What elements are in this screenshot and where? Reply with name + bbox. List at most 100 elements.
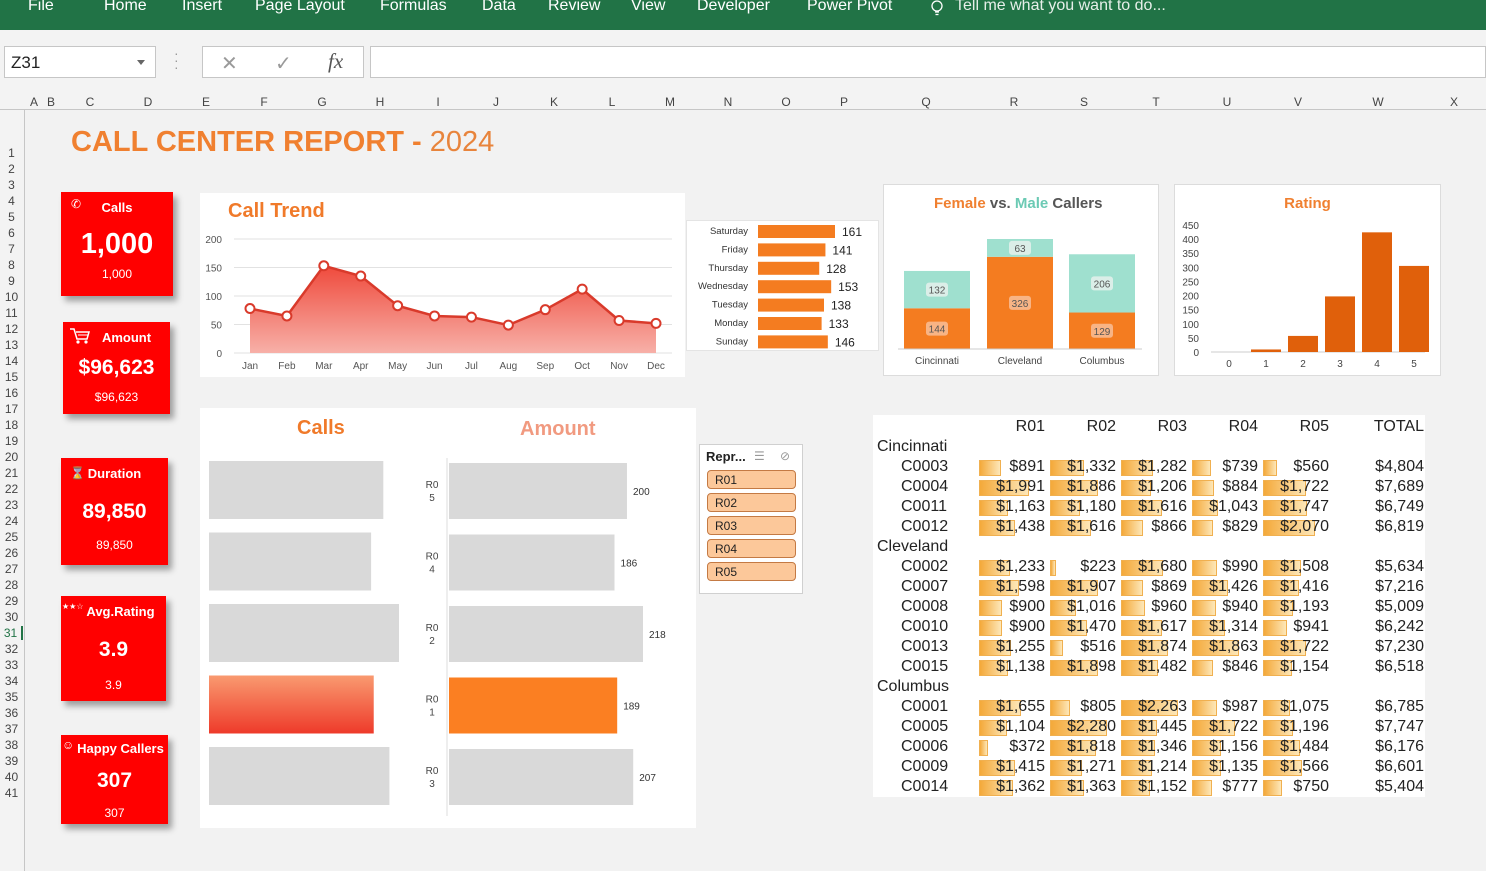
tab-view[interactable]: View	[631, 0, 665, 15]
tab-review[interactable]: Review	[548, 0, 600, 15]
column-header[interactable]: L	[609, 95, 616, 109]
row-header[interactable]: 35	[0, 690, 23, 704]
column-header[interactable]: V	[1294, 95, 1302, 109]
kpi-duration-card[interactable]: ⌛ Duration 89,850 89,850	[61, 458, 168, 565]
slicer-item-r03[interactable]: R03	[707, 516, 796, 535]
row-header[interactable]: 41	[0, 786, 23, 800]
row-header[interactable]: 10	[0, 290, 23, 304]
row-header[interactable]: 27	[0, 562, 23, 576]
name-box[interactable]: Z31	[4, 46, 156, 78]
insert-function-icon[interactable]: fx	[328, 49, 343, 74]
gender-chart[interactable]: Female vs. Male Callers 144 132 Cincinnati…	[883, 184, 1159, 376]
column-header[interactable]: D	[144, 95, 153, 109]
column-header[interactable]: S	[1080, 95, 1088, 109]
row-header[interactable]: 34	[0, 674, 23, 688]
row-header[interactable]: 24	[0, 514, 23, 528]
rating-chart[interactable]: Rating 0 50 100 150 200 250 300 350 400 450 0 1 2 3 4 5	[1174, 184, 1441, 376]
column-header[interactable]: T	[1152, 95, 1159, 109]
row-header[interactable]: 37	[0, 722, 23, 736]
tab-insert[interactable]: Insert	[182, 0, 222, 15]
column-header[interactable]: A	[30, 95, 38, 109]
row-header[interactable]: 40	[0, 770, 23, 784]
tab-power-pivot[interactable]: Power Pivot	[807, 0, 892, 15]
tab-page-layout[interactable]: Page Layout	[255, 0, 345, 15]
row-header[interactable]: 8	[0, 258, 23, 272]
row-header[interactable]: 32	[0, 642, 23, 656]
tab-data[interactable]: Data	[482, 0, 516, 15]
pivot-table[interactable]: R01 R02 R03 R04 R05 TOTAL Cincinnati C0003 $891 $…	[873, 415, 1425, 797]
kpi-calls-card[interactable]: ✆ Calls 1,000 1,000	[61, 192, 173, 296]
slicer-item-r01[interactable]: R01	[707, 470, 796, 489]
slicer-item-r04[interactable]: R04	[707, 539, 796, 558]
weekday-chart[interactable]: Saturday 161 Friday 141 Thursday 128 Wednesday…	[686, 220, 879, 351]
column-header[interactable]: W	[1372, 95, 1383, 109]
cancel-icon[interactable]: ✕	[221, 51, 238, 76]
row-header[interactable]: 19	[0, 434, 23, 448]
column-header[interactable]: N	[724, 95, 733, 109]
row-header[interactable]: 18	[0, 418, 23, 432]
call-trend-chart[interactable]: Call Trend 0 50 100 150 200 Jan Feb Mar Apr May Ju…	[200, 193, 685, 377]
column-header[interactable]: C	[86, 95, 95, 109]
representative-slicer[interactable]: Repr... ☰ ⊘ R01 R02 R03 R04 R05	[699, 444, 803, 594]
column-header[interactable]: F	[260, 95, 267, 109]
row-header[interactable]: 39	[0, 754, 23, 768]
kpi-happy-callers-card[interactable]: ☺ Happy Callers 307 307	[61, 735, 168, 824]
kpi-amount-card[interactable]: Amount $96,623 $96,623	[63, 322, 170, 414]
row-header[interactable]: 5	[0, 210, 23, 224]
enter-icon[interactable]: ✓	[275, 51, 292, 76]
tab-home[interactable]: Home	[104, 0, 147, 15]
row-header[interactable]: 21	[0, 466, 23, 480]
row-header[interactable]: 33	[0, 658, 23, 672]
column-header[interactable]: O	[781, 95, 790, 109]
row-header[interactable]: 7	[0, 242, 23, 256]
row-header[interactable]: 30	[0, 610, 23, 624]
slicer-item-r02[interactable]: R02	[707, 493, 796, 512]
column-header[interactable]: P	[840, 95, 848, 109]
row-header[interactable]: 26	[0, 546, 23, 560]
row-header[interactable]: 12	[0, 322, 23, 336]
kpi-rating-card[interactable]: ★★☆ Avg.Rating 3.9 3.9	[61, 596, 166, 701]
row-header[interactable]: 22	[0, 482, 23, 496]
row-header[interactable]: 31	[0, 626, 23, 640]
multi-select-icon[interactable]: ☰	[754, 449, 765, 463]
row-header[interactable]: 14	[0, 354, 23, 368]
row-header[interactable]: 1	[0, 146, 23, 160]
column-header[interactable]: X	[1450, 95, 1458, 109]
tell-me-search[interactable]: Tell me what you want to do...	[955, 0, 1166, 15]
row-header[interactable]: 28	[0, 578, 23, 592]
row-header[interactable]: 13	[0, 338, 23, 352]
clear-filter-icon[interactable]: ⊘	[780, 449, 790, 463]
row-header[interactable]: 20	[0, 450, 23, 464]
column-header[interactable]: M	[665, 95, 675, 109]
row-header[interactable]: 25	[0, 530, 23, 544]
tab-formulas[interactable]: Formulas	[380, 0, 447, 15]
row-header[interactable]: 2	[0, 162, 23, 176]
row-header[interactable]: 4	[0, 194, 23, 208]
row-header[interactable]: 11	[0, 306, 23, 320]
formula-input[interactable]	[370, 46, 1486, 78]
row-header[interactable]: 38	[0, 738, 23, 752]
column-header[interactable]: R	[1010, 95, 1019, 109]
column-header[interactable]: I	[436, 95, 439, 109]
column-header[interactable]: Q	[921, 95, 930, 109]
chevron-down-icon[interactable]	[137, 60, 145, 65]
slicer-item-r05[interactable]: R05	[707, 562, 796, 581]
row-header[interactable]: 17	[0, 402, 23, 416]
row-header[interactable]: 3	[0, 178, 23, 192]
row-header[interactable]: 15	[0, 370, 23, 384]
rep-charts[interactable]: Calls Amount 200 R0 5 186 R0 4 218 R0 2 189 R0 1 207…	[200, 408, 696, 828]
row-header[interactable]: 16	[0, 386, 23, 400]
column-header[interactable]: H	[376, 95, 385, 109]
row-header[interactable]: 23	[0, 498, 23, 512]
row-header[interactable]: 29	[0, 594, 23, 608]
row-header[interactable]: 9	[0, 274, 23, 288]
tab-developer[interactable]: Developer	[697, 0, 770, 15]
tab-file[interactable]: File	[28, 0, 54, 15]
column-header[interactable]: E	[202, 95, 210, 109]
column-header[interactable]: U	[1223, 95, 1232, 109]
column-header[interactable]: G	[317, 95, 326, 109]
row-header[interactable]: 36	[0, 706, 23, 720]
column-header[interactable]: K	[550, 95, 558, 109]
row-header[interactable]: 6	[0, 226, 23, 240]
column-header[interactable]: J	[493, 95, 499, 109]
